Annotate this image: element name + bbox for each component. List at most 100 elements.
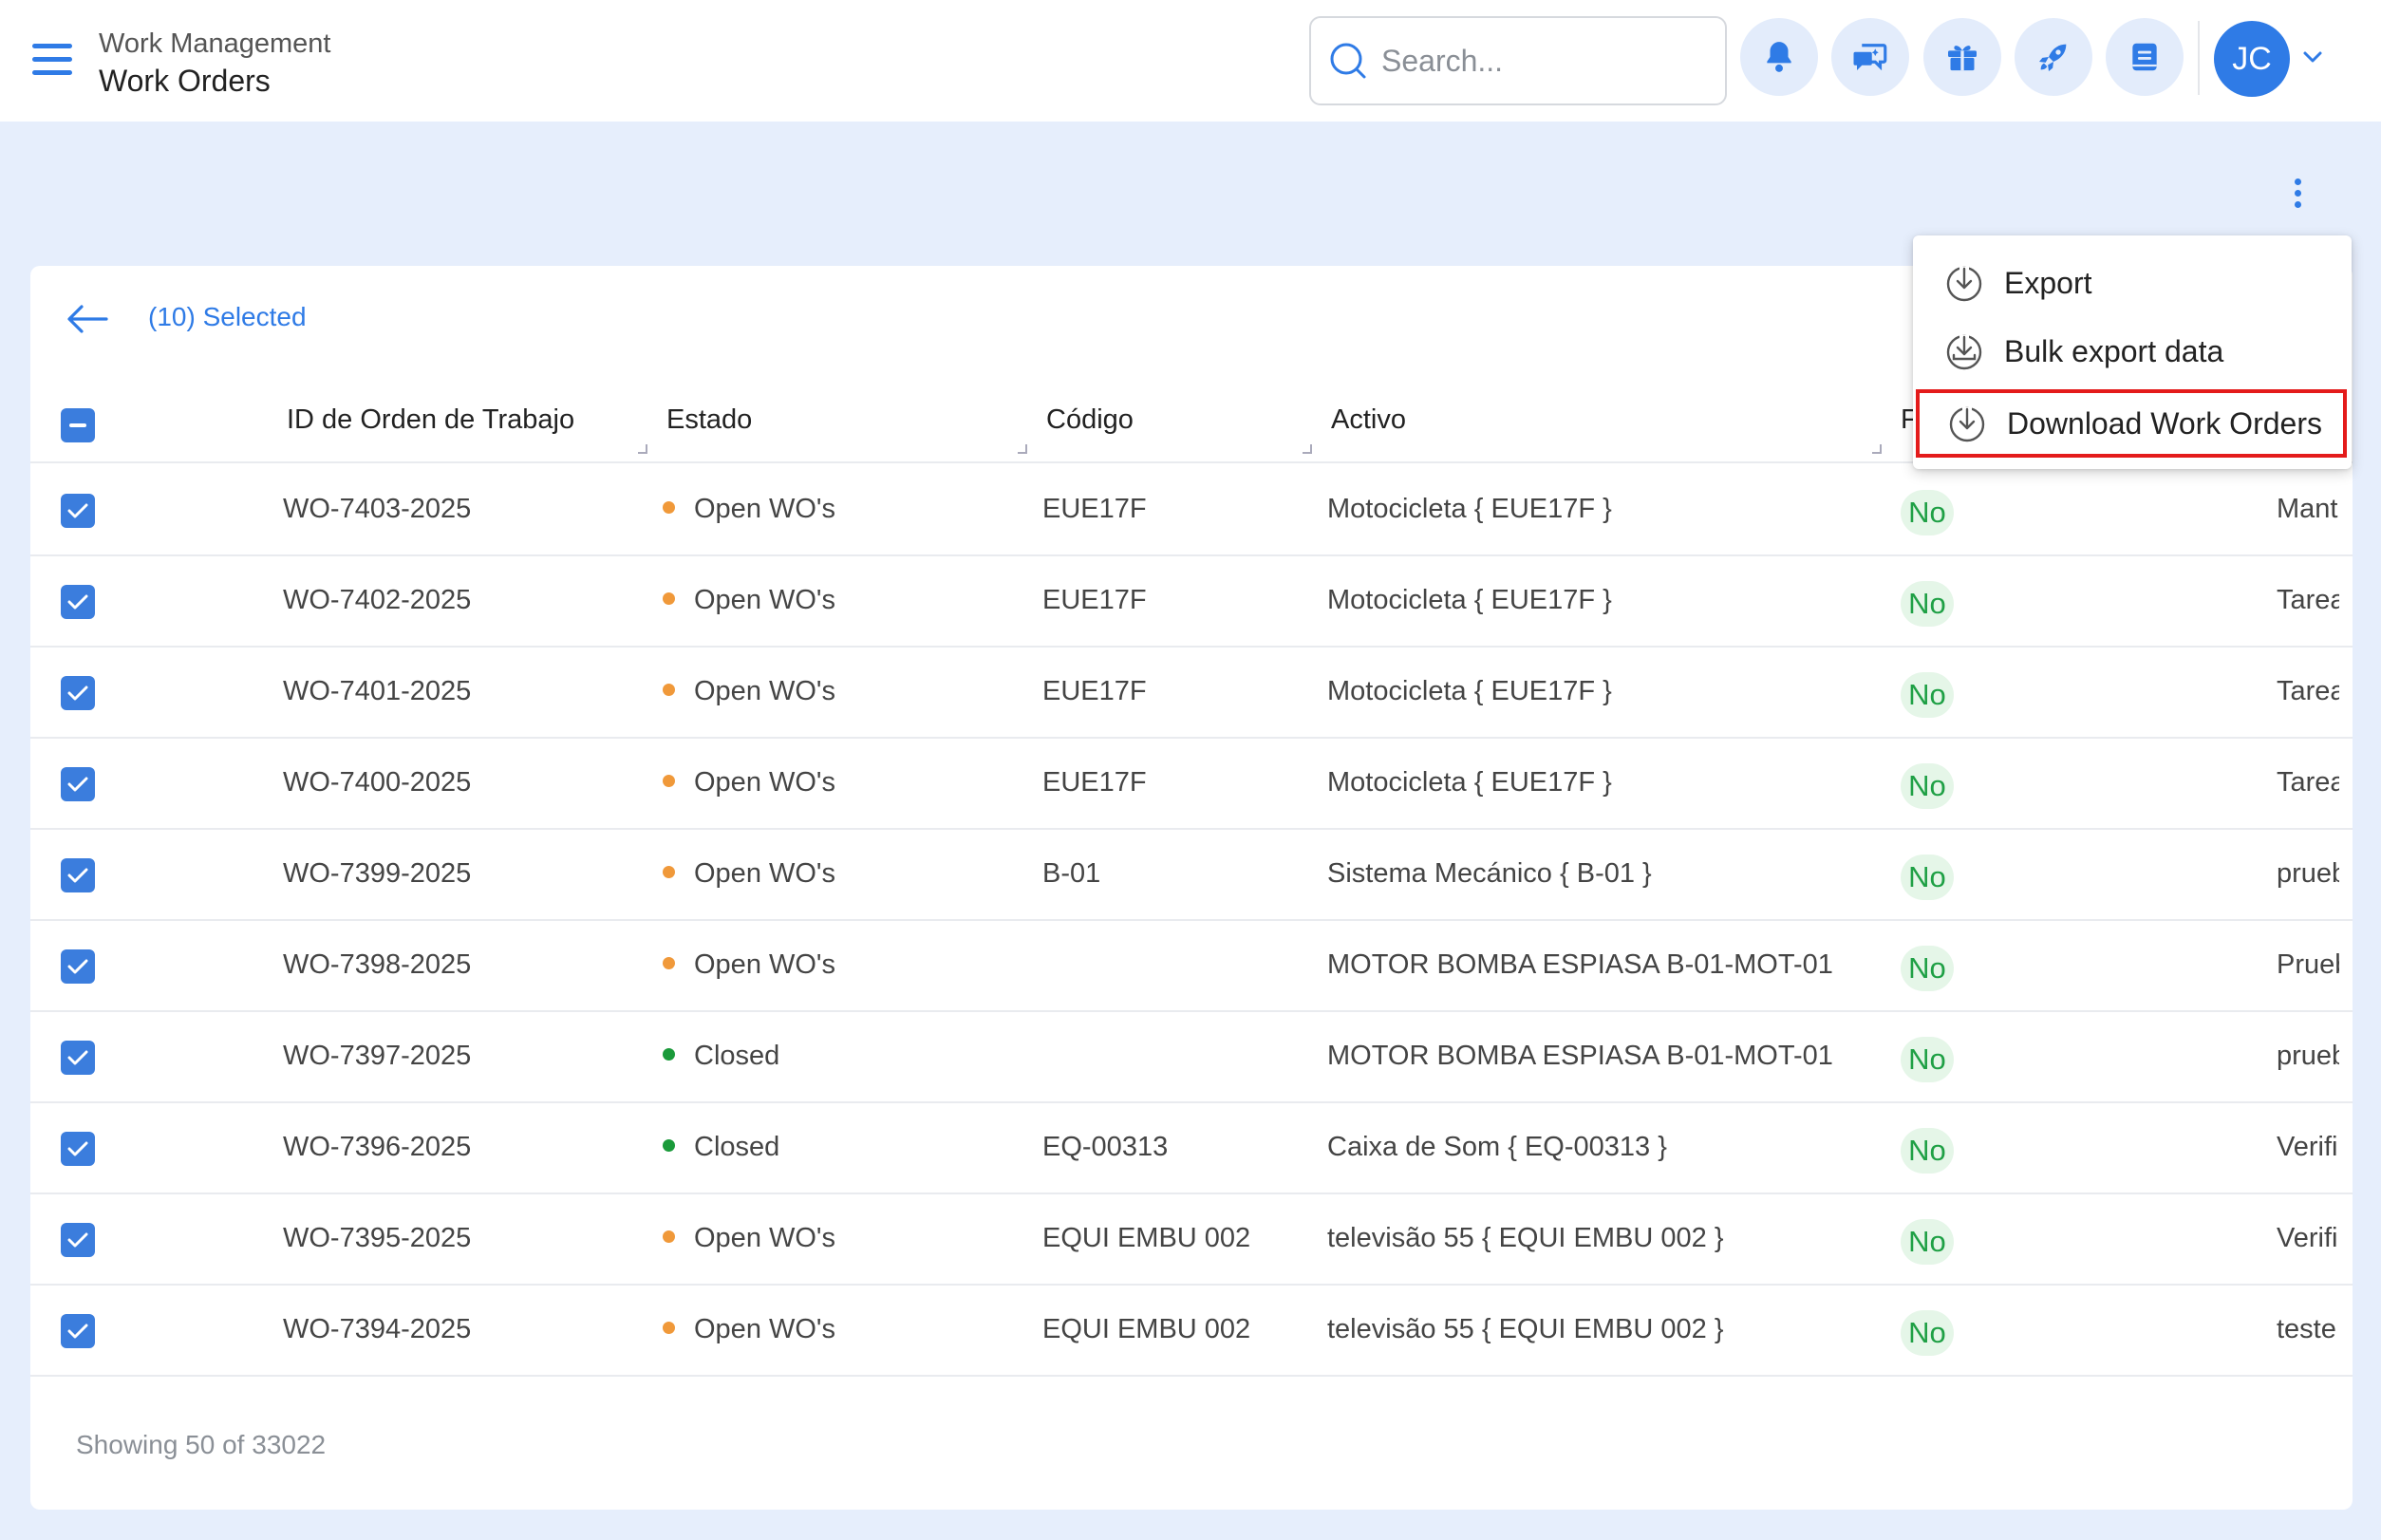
column-resize-handle[interactable] [638, 444, 647, 454]
row-checkbox[interactable] [61, 1132, 95, 1166]
cell-activo: Sistema Mecánico { B-01 } [1327, 858, 1652, 889]
menu-item-label: Bulk export data [2004, 333, 2224, 368]
column-resize-handle[interactable] [1872, 444, 1882, 454]
cell-description: Tarea [2277, 676, 2339, 706]
menu-item-export[interactable]: Export [1913, 249, 2352, 317]
cell-description: prueb [2277, 1041, 2339, 1071]
cell-estado: Open WO's [663, 676, 835, 707]
column-resize-handle[interactable] [1018, 444, 1027, 454]
column-header-estado[interactable]: Estado [666, 404, 752, 436]
cell-id[interactable]: WO-7403-2025 [283, 494, 471, 525]
cell-codigo: EUE17F [1042, 585, 1147, 615]
cell-id[interactable]: WO-7400-2025 [283, 767, 471, 798]
column-header-activo[interactable]: Activo [1331, 404, 1406, 436]
chevron-down-icon[interactable] [2301, 49, 2324, 65]
more-options-icon[interactable] [2284, 178, 2311, 216]
status-dot [663, 1047, 675, 1061]
status-dot [663, 1230, 675, 1243]
table-row[interactable]: WO-7398-2025 Open WO's MOTOR BOMBA ESPIASA… [30, 921, 2353, 1012]
row-checkbox[interactable] [61, 676, 95, 710]
checkmark-icon [67, 777, 88, 792]
notebook-icon [2132, 43, 2157, 71]
rocket-icon [2039, 44, 2067, 71]
cell-id[interactable]: WO-7395-2025 [283, 1223, 471, 1254]
status-badge: No [1901, 855, 1954, 900]
row-checkbox[interactable] [61, 1314, 95, 1348]
gift-button[interactable] [1923, 18, 2001, 96]
table-row[interactable]: WO-7402-2025 Open WO's EUE17F Motocicleta {… [30, 556, 2353, 648]
status-label: Open WO's [694, 767, 835, 798]
status-label: Open WO's [694, 949, 835, 980]
row-checkbox[interactable] [61, 858, 95, 892]
row-checkbox[interactable] [61, 767, 95, 801]
cell-id[interactable]: WO-7396-2025 [283, 1132, 471, 1163]
ai-chat-button[interactable] [1831, 18, 1909, 96]
download-icon [1949, 406, 1985, 442]
column-header-id[interactable]: ID de Orden de Trabajo [287, 404, 574, 436]
cell-estado: Open WO's [663, 1314, 835, 1345]
cell-codigo: EQUI EMBU 002 [1042, 1223, 1251, 1253]
table-row[interactable]: WO-7403-2025 Open WO's EUE17F Motocicleta {… [30, 465, 2353, 556]
checkmark-icon [67, 594, 88, 610]
status-dot [663, 865, 675, 878]
cell-activo: Motocicleta { EUE17F } [1327, 585, 1612, 615]
pagination-summary: Showing 50 of 33022 [76, 1430, 327, 1459]
avatar[interactable]: JC [2214, 21, 2290, 97]
back-arrow-icon[interactable] [66, 304, 108, 334]
checkmark-icon [67, 959, 88, 974]
cell-description: Mant [2277, 494, 2338, 524]
cell-id[interactable]: WO-7401-2025 [283, 676, 471, 707]
cell-id[interactable]: WO-7397-2025 [283, 1041, 471, 1072]
cell-id[interactable]: WO-7399-2025 [283, 858, 471, 890]
menu-item-bulk-export[interactable]: Bulk export data [1913, 317, 2352, 385]
whats-new-button[interactable] [2015, 18, 2092, 96]
cell-codigo: EQ-00313 [1042, 1132, 1169, 1162]
cell-id[interactable]: WO-7398-2025 [283, 949, 471, 981]
cell-activo: MOTOR BOMBA ESPIASA B-01-MOT-01 [1327, 949, 1833, 980]
cell-activo: Motocicleta { EUE17F } [1327, 676, 1612, 706]
cell-estado: Open WO's [663, 767, 835, 798]
status-label: Open WO's [694, 1223, 835, 1253]
checkmark-icon [67, 1232, 88, 1248]
status-badge: No [1901, 1128, 1954, 1174]
cell-activo: Caixa de Som { EQ-00313 } [1327, 1132, 1667, 1162]
breadcrumb: Work Management Work Orders [99, 27, 330, 101]
status-badge: No [1901, 672, 1954, 718]
hamburger-menu-icon[interactable] [32, 44, 72, 76]
cell-id[interactable]: WO-7402-2025 [283, 585, 471, 616]
table-row[interactable]: WO-7400-2025 Open WO's EUE17F Motocicleta {… [30, 739, 2353, 830]
select-all-checkbox[interactable] [61, 408, 95, 442]
table-row[interactable]: WO-7396-2025 Closed EQ-00313 Caixa de Som {… [30, 1103, 2353, 1194]
cell-estado: Open WO's [663, 585, 835, 616]
row-checkbox[interactable] [61, 494, 95, 528]
table-row[interactable]: WO-7394-2025 Open WO's EQUI EMBU 002 televi… [30, 1286, 2353, 1377]
cell-activo: televisão 55 { EQUI EMBU 002 } [1327, 1223, 1724, 1253]
row-checkbox[interactable] [61, 1041, 95, 1075]
download-tray-icon [1946, 334, 1982, 370]
column-resize-handle[interactable] [1303, 444, 1312, 454]
status-label: Closed [694, 1041, 780, 1071]
table-row[interactable]: WO-7397-2025 Closed MOTOR BOMBA ESPIASA B-… [30, 1012, 2353, 1103]
page-title: Work Orders [99, 64, 271, 98]
cell-codigo: EUE17F [1042, 494, 1147, 524]
docs-button[interactable] [2106, 18, 2184, 96]
search-input[interactable] [1381, 43, 1695, 79]
cell-description: Verifi [2277, 1223, 2338, 1253]
column-header-codigo[interactable]: Código [1046, 404, 1134, 436]
status-badge: No [1901, 763, 1954, 809]
table-row[interactable]: WO-7399-2025 Open WO's B-01 Sistema Mecánic… [30, 830, 2353, 921]
menu-item-download-work-orders[interactable]: Download Work Orders [1916, 389, 2347, 458]
cell-estado: Closed [663, 1132, 779, 1163]
checkmark-icon [67, 868, 88, 883]
table-row[interactable]: WO-7395-2025 Open WO's EQUI EMBU 002 televi… [30, 1194, 2353, 1286]
notifications-button[interactable] [1740, 18, 1818, 96]
row-checkbox[interactable] [61, 949, 95, 984]
row-checkbox[interactable] [61, 1223, 95, 1257]
table-row[interactable]: WO-7401-2025 Open WO's EUE17F Motocicleta {… [30, 648, 2353, 739]
row-checkbox[interactable] [61, 585, 95, 619]
cell-description: Tarea [2277, 585, 2339, 615]
search-box[interactable] [1309, 16, 1727, 105]
actions-menu: Export Bulk export data Download Work Or… [1913, 235, 2352, 469]
cell-id[interactable]: WO-7394-2025 [283, 1314, 471, 1345]
cell-description: Tarea [2277, 767, 2339, 798]
